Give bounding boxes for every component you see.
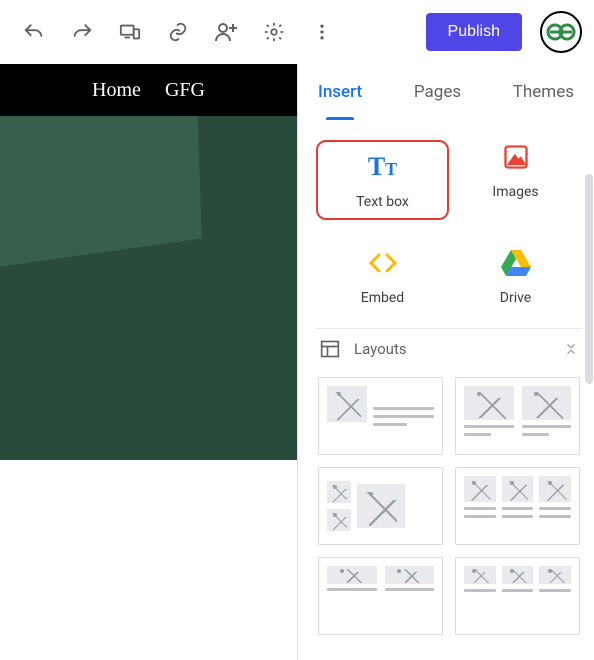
insert-drive[interactable]: Drive: [449, 246, 582, 306]
layout-option[interactable]: [455, 557, 580, 635]
layouts-label: Layouts: [354, 340, 407, 358]
layout-option[interactable]: [455, 467, 580, 545]
insert-images-label: Images: [492, 184, 538, 200]
redo-button[interactable]: [60, 10, 104, 54]
site-canvas[interactable]: Home GFG: [0, 64, 297, 660]
collapse-icon[interactable]: [564, 342, 578, 356]
image-icon: [502, 143, 530, 171]
embed-icon: [368, 252, 398, 274]
insert-embed-label: Embed: [361, 290, 404, 306]
insert-images[interactable]: Images: [449, 140, 582, 220]
site-hero[interactable]: [0, 116, 297, 460]
device-preview-button[interactable]: [108, 10, 152, 54]
side-panel: Insert Pages Themes TT Text box Images: [297, 64, 594, 660]
layouts-icon: [320, 339, 340, 359]
layout-option[interactable]: [318, 377, 443, 455]
text-box-icon: TT: [368, 152, 397, 182]
insert-text-box-label: Text box: [356, 194, 409, 210]
drive-icon: [501, 250, 531, 276]
editor-toolbar: Publish: [0, 0, 594, 64]
side-tabs: Insert Pages Themes: [298, 64, 594, 118]
insert-grid: TT Text box Images Embed: [316, 140, 582, 306]
insert-text-box[interactable]: TT Text box: [316, 140, 449, 220]
insert-drive-label: Drive: [500, 290, 531, 306]
nav-link-home[interactable]: Home: [92, 79, 141, 102]
settings-button[interactable]: [252, 10, 296, 54]
publish-button[interactable]: Publish: [426, 13, 522, 51]
insert-embed[interactable]: Embed: [316, 246, 449, 306]
tab-pages[interactable]: Pages: [414, 82, 461, 118]
tab-themes[interactable]: Themes: [513, 82, 574, 118]
profile-avatar[interactable]: [540, 11, 582, 53]
layout-option[interactable]: [455, 377, 580, 455]
layout-option[interactable]: [318, 467, 443, 545]
tab-insert[interactable]: Insert: [318, 82, 362, 118]
link-button[interactable]: [156, 10, 200, 54]
undo-button[interactable]: [12, 10, 56, 54]
gfg-logo-icon: [546, 22, 576, 42]
panel-scrollbar[interactable]: [585, 174, 593, 660]
more-button[interactable]: [300, 10, 344, 54]
nav-link-gfg[interactable]: GFG: [165, 79, 205, 102]
layouts-section-header[interactable]: Layouts: [316, 328, 582, 369]
share-button[interactable]: [204, 10, 248, 54]
layout-option[interactable]: [318, 557, 443, 635]
layouts-grid: [316, 369, 582, 643]
site-navbar: Home GFG: [0, 64, 297, 116]
